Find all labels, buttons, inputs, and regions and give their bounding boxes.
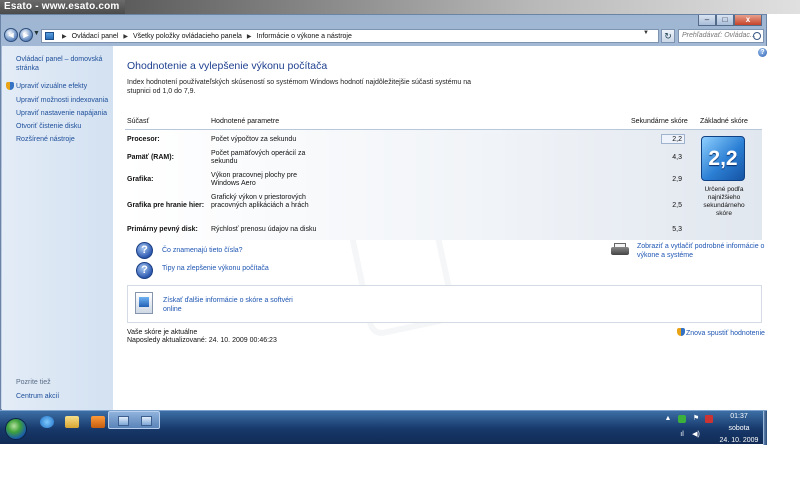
subscore-value: 4,3	[672, 154, 682, 161]
banner-text: Esato - www.esato.com	[4, 1, 120, 12]
clock-day: sobota	[728, 425, 750, 432]
printer-icon	[611, 243, 629, 255]
base-score-caption: Určené podľa najnižšieho sekundárneho sk…	[703, 186, 745, 217]
warning-icon[interactable]	[705, 415, 713, 423]
internet-explorer-icon[interactable]	[40, 416, 54, 428]
search-input[interactable]: Prehľadávať: Ovládac...	[678, 29, 764, 43]
control-panel-icon	[45, 32, 54, 40]
minimize-button[interactable]: –	[698, 15, 716, 26]
parameter-text: Rýchlosť prenosu údajov na disku	[211, 226, 317, 233]
header-parameters: Hodnotené parametre	[211, 118, 280, 125]
software-info-icon	[135, 292, 153, 314]
sidebar-item-action-center[interactable]: Centrum akcií	[16, 392, 59, 401]
component-name: Procesor:	[127, 136, 160, 143]
question-icon: ?	[136, 262, 153, 279]
start-button[interactable]	[5, 418, 27, 440]
search-placeholder: Prehľadávať: Ovládac...	[682, 32, 756, 39]
subscore-value: 5,3	[672, 226, 682, 233]
table-body: Procesor: Počet výpočtov za sekundu 2,2 …	[125, 130, 762, 240]
banner-gradient	[125, 0, 800, 14]
header-component: Súčasť	[127, 118, 150, 125]
base-score-badge[interactable]: 2,2	[701, 136, 745, 181]
subscore-value: 2,2	[672, 136, 682, 143]
sidebar-item-home[interactable]: Ovládací panel – domovská stránka	[16, 55, 108, 73]
sidebar-item-power[interactable]: Upraviť nastavenie napájania	[16, 109, 107, 118]
online-info-link[interactable]: Získať ďalšie informácie o skóre a softv…	[163, 296, 293, 314]
close-button[interactable]: x	[734, 15, 762, 26]
taskbar: ▲ ⚑ ıl ◀) 01:37 sobota 24. 10. 2009	[0, 410, 767, 447]
component-name: Primárny pevný disk:	[127, 226, 198, 233]
sidebar-item-indexing[interactable]: Upraviť možnosti indexovania	[16, 96, 108, 105]
address-bar[interactable]: ▶ Ovládací panel ▶ Všetky položky ovláda…	[41, 29, 659, 43]
question-icon: ?	[136, 242, 153, 259]
breadcrumb-control-panel[interactable]: Ovládací panel	[72, 33, 119, 40]
subscore-value: 2,5	[672, 202, 682, 209]
window-controls: – □ x	[698, 15, 762, 27]
breadcrumb-performance[interactable]: Informácie o výkone a nástroje	[257, 33, 352, 40]
what-numbers-mean-link[interactable]: Čo znamenajú tieto čísla?	[162, 246, 243, 255]
back-button[interactable]: ◄	[4, 28, 18, 42]
address-dropdown-icon[interactable]: ▼	[643, 30, 649, 36]
table-header: Súčasť Hodnotené parametre Sekundárne sk…	[125, 113, 762, 130]
screenshot: Esato - www.esato.com – □ x ◄ ► ▼ ▶ Ovlá…	[0, 0, 800, 479]
parameter-text: Výkon pracovnej plochy pre Windows Aero	[211, 172, 297, 187]
refresh-button[interactable]: ↻	[661, 29, 675, 43]
print-details-link[interactable]: Zobraziť a vytlačiť podrobné informácie …	[637, 242, 765, 260]
sidebar-item-disk-cleanup[interactable]: Otvoriť čistenie disku	[16, 122, 81, 131]
clock-time: 01:37	[730, 413, 748, 420]
panel-body: Ovládací panel – domovská stránka Upravi…	[2, 46, 767, 410]
component-name: Pamäť (RAM):	[127, 154, 174, 161]
chevron-right-icon[interactable]: ▶	[123, 33, 128, 40]
see-also-heading: Pozrite tiež	[16, 379, 51, 386]
volume-icon[interactable]: ◀)	[692, 431, 700, 439]
taskbar-control-panel-button[interactable]	[108, 411, 160, 429]
base-score-panel: 2,2 Určené podľa najnižšieho sekundárneh…	[698, 134, 762, 228]
shield-icon	[677, 328, 685, 336]
show-desktop-button[interactable]	[763, 411, 767, 445]
performance-tips-link[interactable]: Tipy na zlepšenie výkonu počítača	[162, 264, 269, 273]
tray-expand-icon[interactable]: ▲	[664, 415, 672, 423]
parameter-text: Počet pamäťových operácií za sekundu	[211, 150, 306, 165]
system-clock[interactable]: 01:37 sobota 24. 10. 2009	[716, 411, 762, 447]
search-icon[interactable]	[753, 32, 761, 40]
online-info-box: Získať ďalšie informácie o skóre a softv…	[127, 285, 762, 323]
component-name: Grafika:	[127, 176, 154, 183]
shield-icon	[6, 82, 14, 90]
task-sidebar: Ovládací panel – domovská stránka Upravi…	[2, 46, 113, 410]
header-base-score: Základné skóre	[700, 118, 748, 125]
header-subscore: Sekundárne skóre	[631, 118, 688, 125]
score-table: Súčasť Hodnotené parametre Sekundárne sk…	[125, 113, 762, 240]
status-current: Vaše skóre je aktuálne	[127, 329, 198, 336]
chevron-right-icon[interactable]: ▶	[247, 33, 252, 40]
subscore-value: 2,9	[672, 176, 682, 183]
control-panel-icon	[141, 416, 152, 426]
score-status: Vaše skóre je aktuálne Naposledy aktuali…	[127, 329, 277, 345]
media-player-icon[interactable]	[91, 416, 105, 428]
page-description: Index hodnotení používateľských skúsenos…	[127, 79, 472, 95]
sidebar-item-advanced-tools[interactable]: Rozšírené nástroje	[16, 135, 75, 144]
network-status-icon[interactable]	[678, 415, 686, 423]
breadcrumb-all-items[interactable]: Všetky položky ovládacieho panela	[133, 33, 242, 40]
help-icon[interactable]: ?	[758, 48, 767, 57]
rerun-assessment-link[interactable]: Znova spustiť hodnotenie	[686, 329, 765, 338]
signal-icon[interactable]: ıl	[678, 431, 686, 439]
maximize-button[interactable]: □	[716, 15, 734, 26]
navigation-bar: ◄ ► ▼ ▶ Ovládací panel ▶ Všetky položky …	[1, 27, 766, 45]
control-panel-icon	[118, 416, 129, 426]
explorer-folder-icon[interactable]	[65, 416, 79, 428]
chevron-right-icon[interactable]: ▶	[62, 33, 67, 40]
status-updated: Naposledy aktualizované: 24. 10. 2009 00…	[127, 337, 277, 344]
control-panel-window: – □ x ◄ ► ▼ ▶ Ovládací panel ▶ Všetky po…	[0, 14, 767, 410]
parameter-text: Grafický výkon v priestorových pracovnýc…	[211, 194, 309, 209]
sidebar-item-visual-effects[interactable]: Upraviť vizuálne efekty	[16, 82, 87, 91]
forward-button[interactable]: ►	[19, 28, 33, 42]
action-center-flag-icon[interactable]: ⚑	[692, 415, 700, 423]
parameter-text: Počet výpočtov za sekundu	[211, 136, 297, 143]
page-title: Ohodnotenie a vylepšenie výkonu počítača	[127, 60, 328, 72]
recent-pages-dropdown[interactable]: ▼	[33, 30, 40, 37]
component-name: Grafika pre hranie hier:	[127, 202, 205, 209]
clock-date: 24. 10. 2009	[719, 437, 759, 444]
